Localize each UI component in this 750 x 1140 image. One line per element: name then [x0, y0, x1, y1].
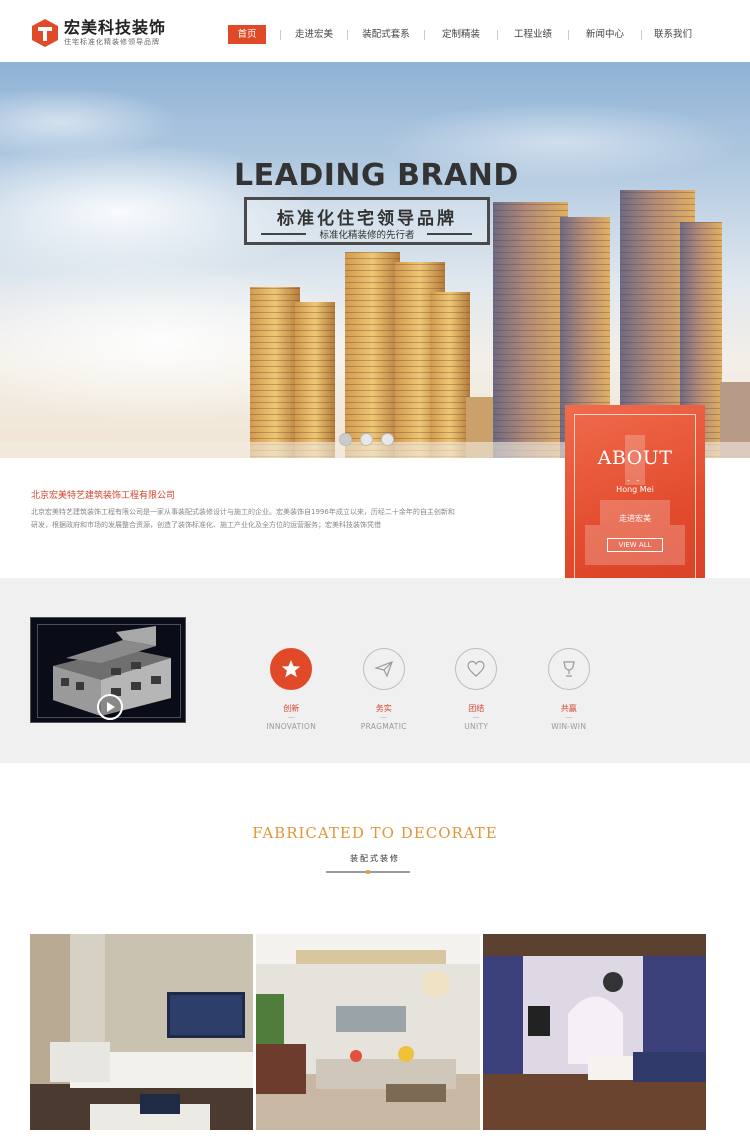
value-win-win[interactable]: 共赢 — WIN-WIN [523, 648, 616, 731]
banner-tagline-box: 标准化住宅领导品牌 标准化精装修的先行者 [244, 197, 490, 245]
video-player[interactable] [30, 617, 186, 723]
play-icon[interactable] [97, 694, 123, 720]
value-label-en: PRAGMATIC [360, 722, 407, 731]
logo-t-icon [30, 18, 60, 48]
gallery-photo-living-room[interactable] [30, 934, 254, 1130]
value-label-en: INNOVATION [266, 722, 317, 731]
value-unity[interactable]: 团结 — UNITY [430, 648, 523, 731]
value-dash: — [380, 713, 388, 721]
value-label-en: UNITY [464, 722, 489, 731]
slider-dot[interactable] [339, 433, 352, 446]
star-icon [270, 648, 313, 690]
value-dash: — [472, 713, 480, 721]
slider-dot[interactable] [360, 433, 373, 446]
view-all-button[interactable]: VIEW ALL [607, 538, 663, 552]
about-description: 北京宏美特艺建筑装饰工程有限公司是一家从事装配式装修设计与施工的企业。宏美装饰自… [31, 508, 455, 529]
main-nav: 首页 走进宏美 装配式套系 定制精装 工程业绩 新闻中心 联系我们 [228, 25, 704, 44]
hero-banner: LEADING BRAND 标准化住宅领导品牌 标准化精装修的先行者 [0, 62, 750, 458]
banner-box-subtitle: 标准化精装修的先行者 [319, 230, 415, 241]
nav-item-news[interactable]: 新闻中心 [569, 25, 641, 44]
value-pragmatic[interactable]: 务实 — PRAGMATIC [338, 648, 431, 731]
trophy-icon [547, 648, 590, 690]
logo[interactable]: 宏美科技装饰 住宅标准化精装修领导品牌 [30, 18, 166, 48]
gallery-photo-lounge[interactable] [256, 934, 480, 1130]
nav-item-prefab[interactable]: 装配式套系 [348, 25, 424, 44]
nav-item-projects[interactable]: 工程业绩 [498, 25, 568, 44]
logo-subtitle: 住宅标准化精装修领导品牌 [64, 38, 160, 46]
nav-item-home[interactable]: 首页 [228, 25, 266, 44]
value-innovation[interactable]: 创新 — INNOVATION [245, 648, 338, 731]
gallery-photo-dining-room[interactable] [482, 934, 706, 1130]
section-subtitle: 装配式装修 [350, 854, 400, 863]
values-band: 创新 — INNOVATION 务实 — PRAGMATIC 团结 — UNIT… [0, 578, 750, 763]
site-header: 宏美科技装饰 住宅标准化精装修领导品牌 首页 走进宏美 装配式套系 定制精装 工… [0, 0, 750, 62]
section-title: FABRICATED TO DECORATE [252, 824, 498, 842]
about-card-frame [574, 414, 696, 594]
about-card[interactable]: ABOUT - - Hong Mei 走进宏美 VIEW ALL [565, 405, 705, 603]
about-card-english: Hong Mei [616, 485, 654, 494]
slider-dot[interactable] [381, 433, 394, 446]
about-card-chinese: 走进宏美 [619, 514, 651, 523]
about-card-dash: - - [627, 476, 642, 485]
divider-dot [366, 870, 370, 874]
value-dash: — [565, 713, 573, 721]
banner-cityscape-image [0, 87, 750, 458]
slider-dots [339, 433, 394, 446]
banner-box-title: 标准化住宅领导品牌 [277, 209, 457, 229]
nav-item-custom[interactable]: 定制精装 [425, 25, 497, 44]
heart-icon [455, 648, 498, 690]
nav-item-about[interactable]: 走进宏美 [281, 25, 347, 44]
about-card-title: ABOUT [597, 447, 673, 469]
banner-headline: LEADING BRAND [234, 158, 519, 193]
section-divider [326, 870, 410, 874]
logo-title: 宏美科技装饰 [64, 18, 167, 37]
nav-item-contact[interactable]: 联系我们 [642, 25, 704, 44]
company-values: 创新 — INNOVATION 务实 — PRAGMATIC 团结 — UNIT… [245, 648, 615, 731]
about-company-name: 北京宏美特艺建筑装饰工程有限公司 [31, 491, 176, 501]
value-label-en: WIN-WIN [551, 722, 587, 731]
paper-plane-icon [362, 648, 405, 690]
value-dash: — [287, 713, 295, 721]
project-gallery [30, 934, 706, 1130]
